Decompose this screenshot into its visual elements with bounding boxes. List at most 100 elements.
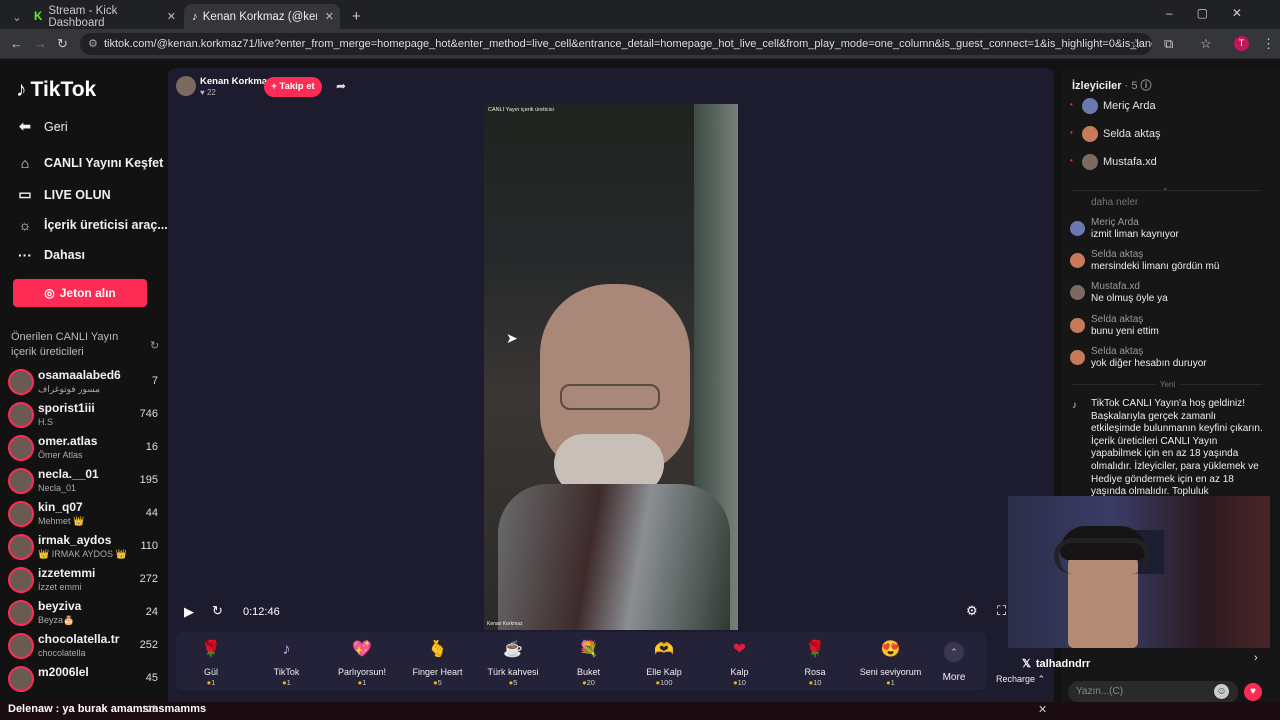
video-glasses [560,384,660,410]
recommended-channel[interactable]: sporist1iii H.S 746 [8,400,160,432]
recommended-channel[interactable]: chocolatella.tr chocolatella 252 [8,631,160,663]
chevron-right-icon[interactable]: › [1254,652,1258,664]
profile-avatar[interactable]: T [1234,36,1249,51]
close-icon[interactable]: ✕ [1038,703,1047,716]
video-shirt [498,484,730,630]
forward-icon[interactable]: → [34,36,47,51]
share-icon[interactable]: ➦ [336,79,346,93]
recommended-channel[interactable]: beyziva Beyza🎂 24 [8,598,160,630]
commenter-avatar [1070,285,1085,301]
commenter-name: Selda aktaş [1091,313,1144,325]
close-tab-icon[interactable]: ✕ [167,10,176,23]
tab-list-button[interactable]: ⌄ [4,4,24,29]
tab-label: Kenan Korkmaz (@kenan.korkm [202,10,317,23]
home-icon: ⌂ [20,155,30,171]
channel-avatar [8,567,34,593]
recommended-channel[interactable]: kin_q07 Mehmet 👑 44 [8,499,160,531]
channel-name: osamaalabed6 [38,368,121,382]
gift-item[interactable]: ☕ Türk kahvesi ●5 [478,632,548,690]
comment-text: bunu yeni ettim [1091,325,1159,337]
mouse-cursor-icon: ➤ [506,330,518,346]
nav-go-live[interactable]: ▭ LIVE OLUN [16,186,110,203]
refresh-icon[interactable]: ↻ [150,339,159,352]
arrow-left-icon: ⬅ [19,118,31,134]
gift-price-value: 5 [513,678,518,687]
logo-text: TikTok [30,78,97,101]
rank-dot: • [1070,128,1073,137]
host-name[interactable]: Kenan Korkmaz [200,76,272,87]
close-tab-icon[interactable]: ✕ [325,10,334,23]
channel-avatar [8,369,34,395]
refresh-stream-icon[interactable]: ↻ [212,603,223,619]
tab-kick-dashboard[interactable]: K Stream - Kick Dashboard ✕ [26,4,182,29]
new-tab-button[interactable]: + [344,4,364,29]
gift-item[interactable]: ❤ Kalp ●10 [705,632,775,690]
fullscreen-icon[interactable]: ⛶ [997,603,1006,619]
chevron-up-icon[interactable]: ⌃ [944,642,964,662]
gift-item[interactable]: 🌹 Gül ●1 [176,632,246,690]
follow-button[interactable]: + Takip et [264,77,322,97]
nav-more[interactable]: ··· Dahası [16,247,85,263]
viewer-item[interactable]: • Selda aktaş [1070,126,1252,144]
channel-name: beyziva [38,599,82,613]
site-info-icon[interactable]: ⚙ [88,33,98,55]
chat-comment[interactable]: Meriç Arda izmit liman kaynıyor [1070,217,1270,247]
gift-price: ●100 [629,678,699,687]
gift-icon: 😍 [880,641,901,658]
bookmark-star-icon[interactable]: ☆ [1130,36,1142,52]
back-nav[interactable]: ⬅ Geri [16,118,68,135]
recommended-channel[interactable]: osamaalabed6 مسور فوتوغراف 7 [8,367,160,399]
likes-count: 22 [206,88,216,97]
nav-explore-live[interactable]: ⌂ CANLI Yayını Keşfet [16,155,164,171]
viewer-item[interactable]: • Mustafa.xd [1070,154,1252,172]
url-field[interactable]: ⚙ tiktok.com/@kenan.korkmaz71/live?enter… [80,33,1152,55]
play-icon[interactable]: ▶ [184,604,194,620]
recharge-label: Recharge [996,674,1036,684]
back-icon[interactable]: ← [10,36,23,51]
info-icon[interactable]: ⓘ [1141,80,1152,92]
gift-item[interactable]: ♪ TikTok ●1 [252,632,322,690]
recommended-channel[interactable]: necla.__01 Necla_01 195 [8,466,160,498]
gift-item[interactable]: 🌹 Rosa ●10 [780,632,850,690]
gift-item[interactable]: 💖 Parlıyorsun! ●1 [327,632,397,690]
comment-text: mersindeki limanı gördün mü [1091,261,1220,273]
channel-name: izzetemmi [38,566,96,580]
host-avatar[interactable] [176,76,196,96]
live-video[interactable]: CANLI Yayın içerik üreticisi Kenan Korkm… [484,104,738,630]
tiktok-logo[interactable]: ♪ TikTok [16,78,96,102]
channel-name: m2006lel [38,665,89,679]
get-coins-button[interactable]: ◎ Jeton alın [13,279,147,307]
recommended-channel[interactable]: izzetemmi İzzet emmi 272 [8,565,160,597]
menu-icon[interactable]: ⋮ [1262,36,1275,52]
viewer-count: 195 [139,474,158,486]
recharge-button[interactable]: Recharge ⌃ [996,674,1045,685]
recommended-channel[interactable]: irmak_aydos 👑 IRMAK AYDOS 👑 110 [8,532,160,564]
gift-icon: ♪ [282,641,291,658]
gift-item[interactable]: 💐 Buket ●20 [554,632,624,690]
window-controls[interactable]: –▢✕ [1166,6,1266,20]
settings-icon[interactable]: ⚙ [966,603,978,619]
chat-comment[interactable]: Mustafa.xd Ne olmuş öyle ya [1070,281,1270,311]
emoji-icon[interactable]: ☺ [1214,684,1229,699]
nav-creator-tools[interactable]: ☼ İçerik üreticisi araç... [16,217,168,233]
recommended-channel[interactable]: omer.atlas Ömer Atlas 16 [8,433,160,465]
tab-tiktok[interactable]: ♪ Kenan Korkmaz (@kenan.korkm ✕ [184,4,340,29]
chat-input[interactable]: Yazın...(C) [1068,681,1238,703]
bookmarks-icon[interactable]: ☆ [1200,36,1212,52]
more-gifts-button[interactable]: More [934,672,974,683]
chat-comment[interactable]: Selda aktaş mersindeki limanı gördün mü [1070,249,1270,279]
gift-item[interactable]: 😍 Seni seviyorum ●1 [856,632,926,690]
chat-comment[interactable]: Selda aktaş bunu yeni ettim [1070,314,1270,344]
gift-heart-button[interactable]: ♥ [1244,683,1262,701]
channel-avatar [8,666,34,692]
extensions-icon[interactable]: ⧉ [1164,36,1173,52]
recommended-channel[interactable]: m2006lel 45 [8,664,160,696]
reload-icon[interactable]: ↻ [57,36,68,52]
gift-item[interactable]: 🫶 Elle Kalp ●100 [629,632,699,690]
gift-icon: 🌹 [805,641,825,658]
channel-avatar [8,633,34,659]
address-bar: ← → ↻ ⚙ tiktok.com/@kenan.korkmaz71/live… [0,29,1280,59]
viewer-item[interactable]: • Meriç Arda [1070,98,1252,116]
gift-item[interactable]: 🫰 Finger Heart ●5 [403,632,473,690]
chat-comment[interactable]: Selda aktaş yok diğer hesabın duruyor [1070,346,1270,376]
